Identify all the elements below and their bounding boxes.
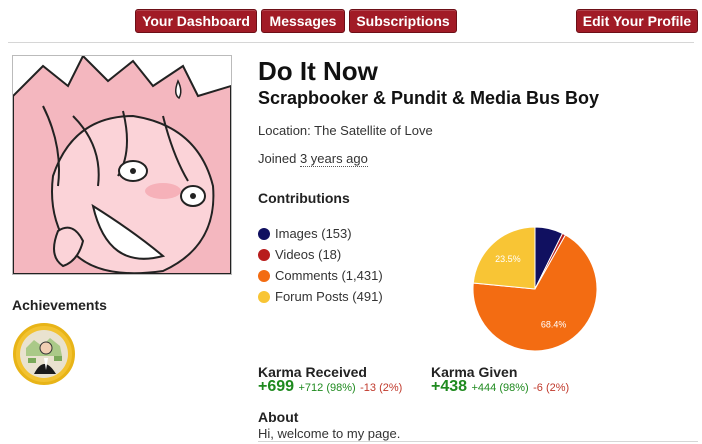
- legend-label: Forum Posts (491): [275, 289, 383, 304]
- your-dashboard-button[interactable]: Your Dashboard: [135, 9, 257, 33]
- joined-line: Joined 3 years ago: [258, 151, 368, 167]
- pie-data-label: 68.4%: [541, 320, 567, 330]
- legend-label: Comments (1,431): [275, 268, 383, 283]
- karma-received-total: +699: [258, 378, 295, 395]
- legend-item-comments: Comments (1,431): [258, 268, 383, 286]
- achievement-badge-image: [20, 330, 68, 378]
- karma-received-up: +712 (98%): [298, 382, 356, 394]
- achievement-badge[interactable]: [13, 323, 75, 385]
- achievements-heading: Achievements: [12, 297, 107, 313]
- legend-swatch: [258, 249, 270, 261]
- location-value: The Satellite of Love: [314, 123, 433, 138]
- karma-given-down: -6 (2%): [533, 382, 570, 394]
- karma-given-total: +438: [431, 378, 468, 395]
- legend-swatch: [258, 291, 270, 303]
- legend-item-videos: Videos (18): [258, 247, 341, 265]
- contributions-pie-chart: 68.4% 23.5%: [472, 226, 598, 352]
- avatar-image: [13, 56, 231, 274]
- messages-button[interactable]: Messages: [261, 9, 345, 33]
- legend-swatch: [258, 228, 270, 240]
- header-divider: [8, 42, 694, 43]
- profile-title: Scrapbooker & Pundit & Media Bus Boy: [258, 88, 600, 108]
- legend-swatch: [258, 270, 270, 282]
- about-divider: [258, 441, 698, 442]
- edit-profile-button[interactable]: Edit Your Profile: [576, 9, 698, 33]
- avatar[interactable]: [12, 55, 232, 275]
- legend-item-forum-posts: Forum Posts (491): [258, 289, 383, 307]
- legend-label: Videos (18): [275, 247, 342, 262]
- legend-label: Images (153): [275, 226, 352, 241]
- contributions-heading: Contributions: [258, 190, 350, 206]
- karma-given-values: +438 +444 (98%) -6 (2%): [431, 378, 569, 396]
- pie-data-label: 23.5%: [495, 254, 521, 264]
- location-line: Location: The Satellite of Love: [258, 123, 433, 138]
- joined-date[interactable]: 3 years ago: [299, 151, 368, 167]
- subscriptions-button[interactable]: Subscriptions: [349, 9, 457, 33]
- karma-received-values: +699 +712 (98%) -13 (2%): [258, 378, 402, 396]
- karma-received-down: -13 (2%): [360, 382, 403, 394]
- location-label: Location:: [258, 123, 311, 138]
- about-text: Hi, welcome to my page.: [258, 426, 401, 441]
- joined-label: Joined: [258, 151, 297, 166]
- profile-name: Do It Now: [258, 56, 378, 86]
- about-heading: About: [258, 409, 299, 425]
- karma-given-up: +444 (98%): [471, 382, 529, 394]
- legend-item-images: Images (153): [258, 226, 352, 244]
